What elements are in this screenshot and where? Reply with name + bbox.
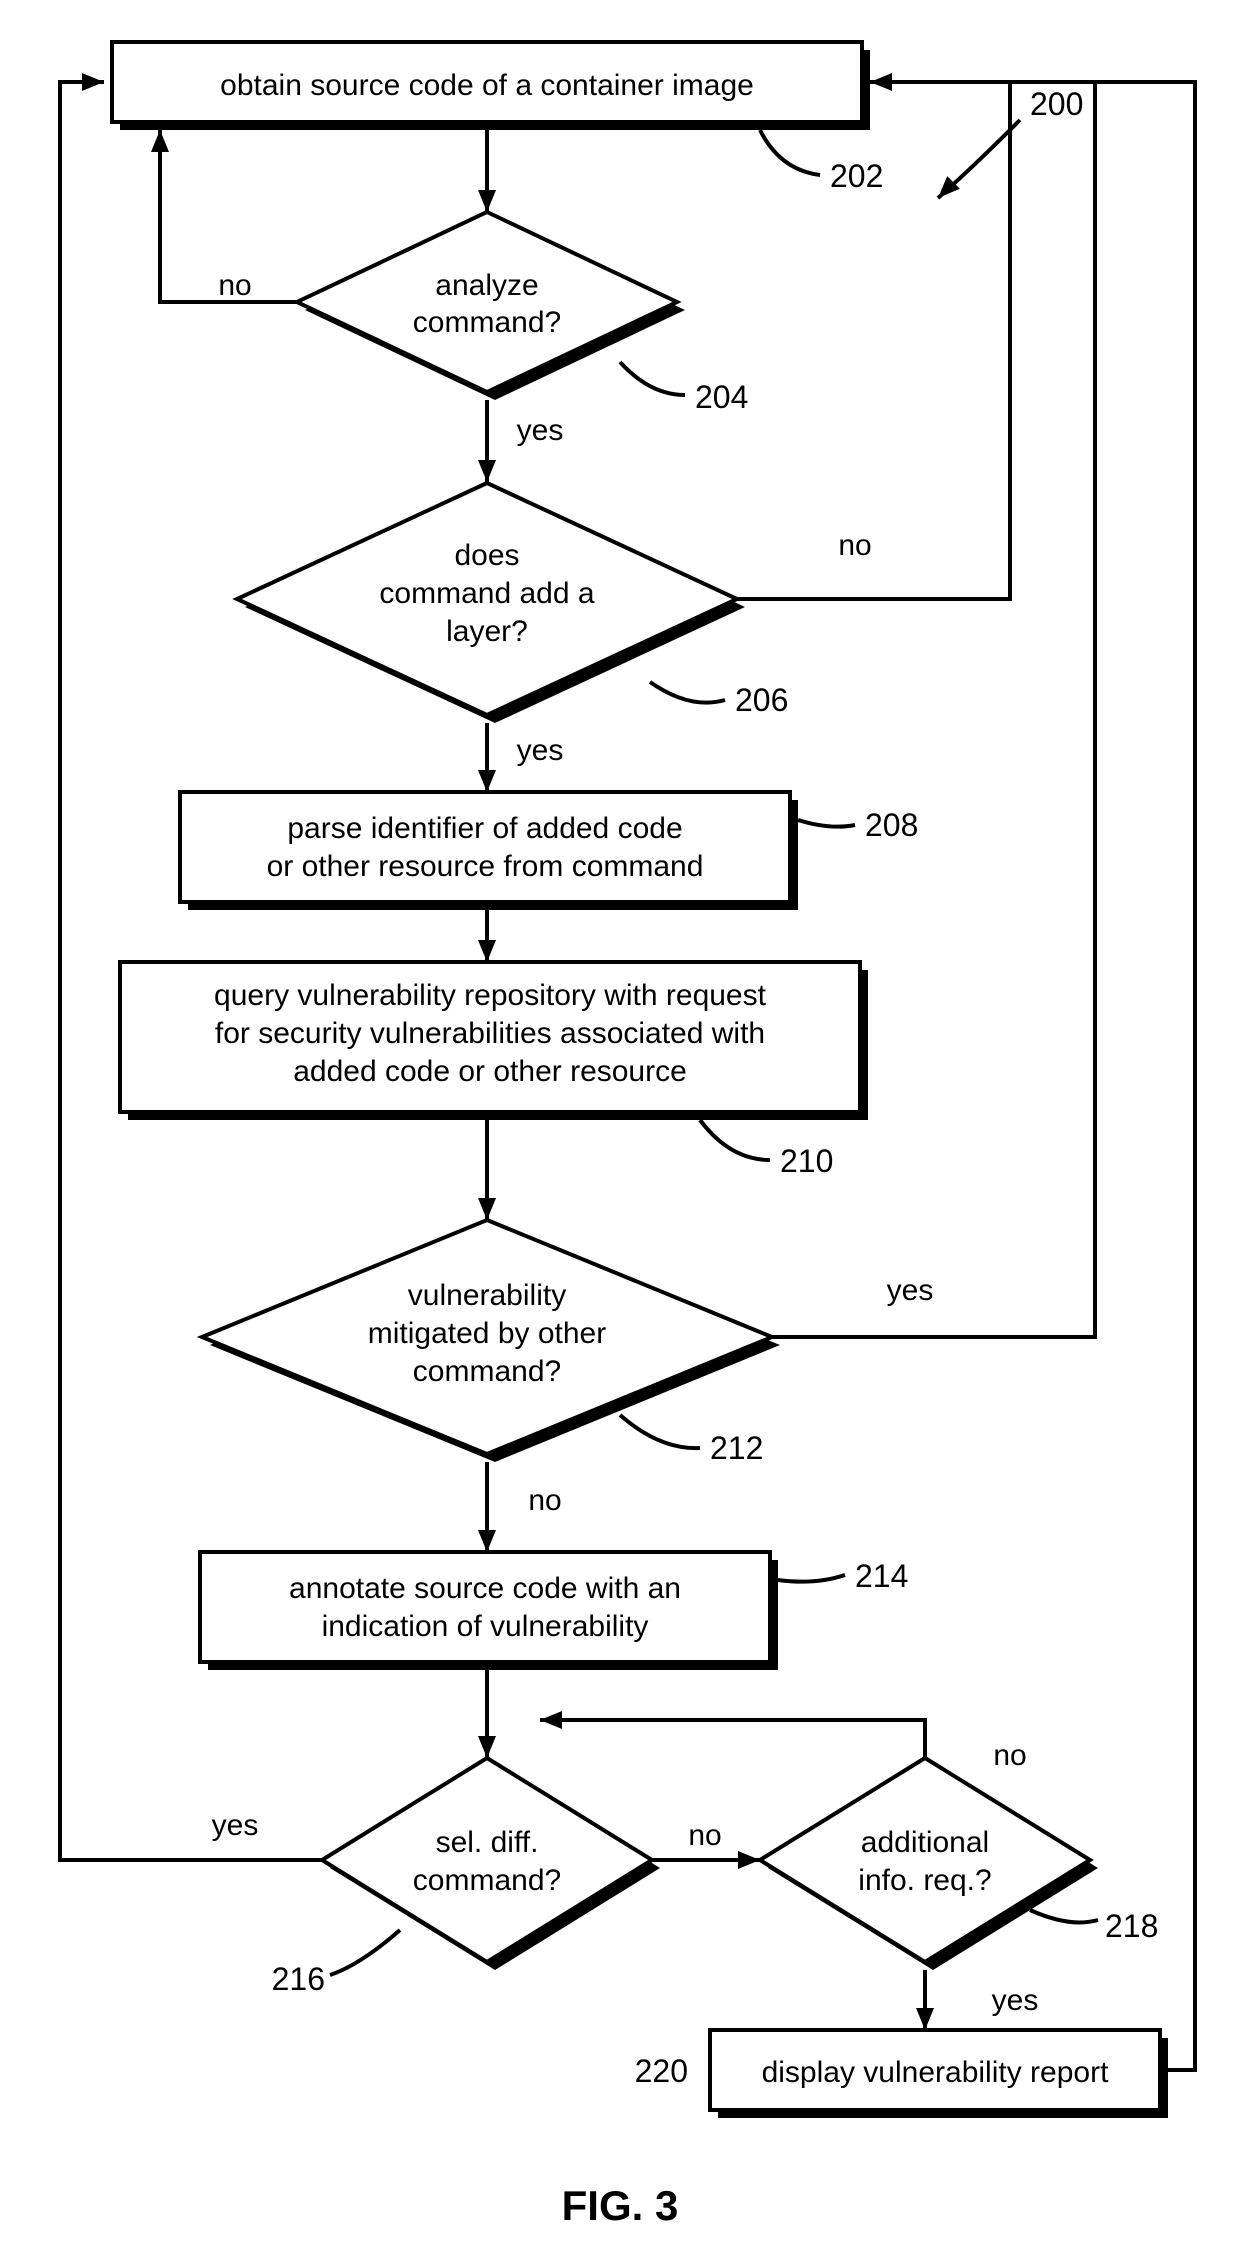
ref-214: 214 (855, 1558, 908, 1594)
svg-text:command?: command? (413, 1864, 561, 1897)
label-yes: yes (992, 1984, 1039, 2017)
svg-text:vulnerability: vulnerability (408, 1279, 566, 1312)
label-yes: yes (517, 414, 564, 447)
label-yes: yes (517, 734, 564, 767)
label-no: no (838, 529, 871, 562)
svg-text:does: does (454, 539, 519, 572)
ref-204: 204 (695, 379, 748, 415)
ref-210: 210 (780, 1143, 833, 1179)
svg-text:command?: command? (413, 1355, 561, 1388)
svg-text:parse identifier of added code: parse identifier of added code (287, 812, 682, 845)
ref-202: 202 (830, 158, 883, 194)
svg-text:info. req.?: info. req.? (858, 1864, 991, 1897)
decision-analyze-command: analyze command? (297, 212, 685, 400)
label-no: no (688, 1819, 721, 1852)
svg-text:for security vulnerabilities a: for security vulnerabilities associated … (215, 1017, 765, 1050)
svg-text:indication of vulnerability: indication of vulnerability (322, 1610, 649, 1643)
svg-text:or other resource from command: or other resource from command (267, 850, 704, 883)
ref-212: 212 (710, 1430, 763, 1466)
label-yes: yes (212, 1809, 259, 1842)
ref-200: 200 (1030, 86, 1083, 122)
svg-text:display vulnerability report: display vulnerability report (762, 2056, 1109, 2089)
svg-text:additional: additional (861, 1826, 989, 1859)
svg-text:query vulnerability repository: query vulnerability repository with requ… (214, 979, 767, 1012)
ref-206: 206 (735, 682, 788, 718)
step-annotate-source: annotate source code with an indication … (200, 1552, 778, 1670)
step-query-vulnerability-repo: query vulnerability repository with requ… (120, 962, 868, 1120)
svg-text:command add a: command add a (379, 577, 594, 610)
label-yes: yes (887, 1274, 934, 1307)
step-parse-identifier: parse identifier of added code or other … (180, 792, 798, 910)
flowchart-fig3: obtain source code of a container image … (0, 0, 1240, 2259)
ref-216: 216 (272, 1961, 325, 1997)
ref-218: 218 (1105, 1908, 1158, 1944)
ref-208: 208 (865, 807, 918, 843)
step-display-report: display vulnerability report (710, 2030, 1168, 2118)
decision-adds-layer: does command add a layer? (237, 483, 745, 723)
svg-text:added code or other resource: added code or other resource (293, 1055, 687, 1088)
svg-text:annotate source code with an: annotate source code with an (289, 1572, 681, 1605)
decision-additional-info-requested: additional info. req.? (760, 1758, 1098, 1970)
svg-text:layer?: layer? (446, 615, 528, 648)
figure-label: FIG. 3 (562, 2182, 679, 2229)
svg-text:sel. diff.: sel. diff. (436, 1826, 539, 1859)
label-no: no (993, 1739, 1026, 1772)
label-no: no (218, 269, 251, 302)
svg-text:obtain source code of a contai: obtain source code of a container image (220, 69, 754, 102)
ref-220: 220 (635, 2053, 688, 2089)
decision-vulnerability-mitigated: vulnerability mitigated by other command… (202, 1220, 780, 1462)
svg-text:analyze: analyze (435, 269, 538, 302)
decision-select-different-command: sel. diff. command? (322, 1758, 660, 1970)
svg-text:mitigated by other: mitigated by other (368, 1317, 606, 1350)
step-obtain-source: obtain source code of a container image (112, 42, 870, 130)
label-no: no (528, 1484, 561, 1517)
svg-text:command?: command? (413, 306, 561, 339)
